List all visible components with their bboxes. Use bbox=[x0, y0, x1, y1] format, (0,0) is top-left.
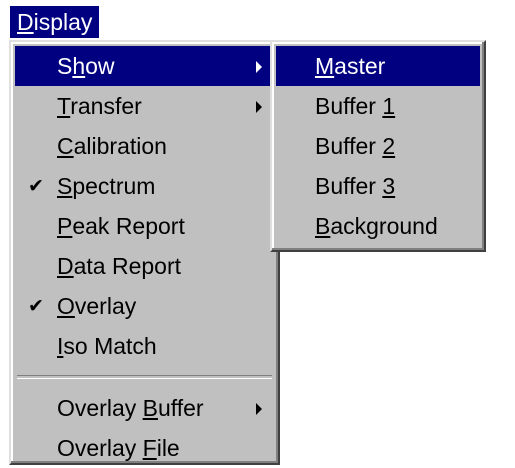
menu-item-label: Master bbox=[315, 53, 386, 79]
menu-item-iso-match[interactable]: Iso Match bbox=[15, 326, 274, 366]
submenu-arrow-icon bbox=[256, 101, 262, 113]
submenu-arrow-icon bbox=[256, 403, 262, 415]
submenu-item-buffer-1[interactable]: Buffer 1 bbox=[276, 86, 480, 126]
submenu-item-background[interactable]: Background bbox=[276, 206, 480, 246]
check-icon: ✔ bbox=[28, 175, 44, 197]
submenu-item-master[interactable]: Master bbox=[276, 46, 480, 86]
menu-item-label: Background bbox=[315, 213, 438, 239]
menu-item-spectrum[interactable]: ✔ Spectrum bbox=[15, 166, 274, 206]
submenu-arrow-icon bbox=[256, 61, 262, 73]
show-submenu: Master Buffer 1 Buffer 2 Buffer 3 Backgr… bbox=[270, 40, 486, 252]
menu-item-overlay-file[interactable]: Overlay File bbox=[15, 428, 274, 468]
menu-item-overlay-buffer[interactable]: Overlay Buffer bbox=[15, 388, 274, 428]
menu-item-label: Overlay bbox=[57, 293, 137, 319]
menu-item-show[interactable]: Show bbox=[15, 46, 274, 86]
menu-item-calibration[interactable]: Calibration bbox=[15, 126, 274, 166]
menubar-display-accelerator: D bbox=[17, 9, 34, 35]
display-menu: Show Transfer Calibration ✔ Spectrum Pea… bbox=[9, 40, 280, 465]
check-icon: ✔ bbox=[28, 295, 44, 317]
menubar-display[interactable]: Display bbox=[10, 6, 100, 38]
menu-item-label: Transfer bbox=[57, 93, 142, 119]
menu-item-label: Iso Match bbox=[57, 333, 157, 359]
menu-item-label: Show bbox=[57, 53, 115, 79]
menu-item-data-report[interactable]: Data Report bbox=[15, 246, 274, 286]
submenu-item-buffer-3[interactable]: Buffer 3 bbox=[276, 166, 480, 206]
menu-item-label: Buffer 3 bbox=[315, 173, 396, 199]
menu-item-label: Overlay File bbox=[57, 435, 180, 461]
menu-item-peak-report[interactable]: Peak Report bbox=[15, 206, 274, 246]
screen: Display Show Transfer Calibration ✔ Spec… bbox=[0, 0, 515, 468]
menu-item-label: Spectrum bbox=[57, 173, 156, 199]
menu-item-label: Calibration bbox=[57, 133, 167, 159]
menu-item-label: Data Report bbox=[57, 253, 182, 279]
menubar-display-rest: isplay bbox=[33, 9, 93, 35]
menu-item-overlay[interactable]: ✔ Overlay bbox=[15, 286, 274, 326]
menu-item-label: Buffer 2 bbox=[315, 133, 396, 159]
menu-item-transfer[interactable]: Transfer bbox=[15, 86, 274, 126]
submenu-item-buffer-2[interactable]: Buffer 2 bbox=[276, 126, 480, 166]
menu-item-label: Peak Report bbox=[57, 213, 185, 239]
menu-separator bbox=[17, 375, 272, 379]
menu-item-label: Overlay Buffer bbox=[57, 395, 204, 421]
menu-item-label: Buffer 1 bbox=[315, 93, 396, 119]
